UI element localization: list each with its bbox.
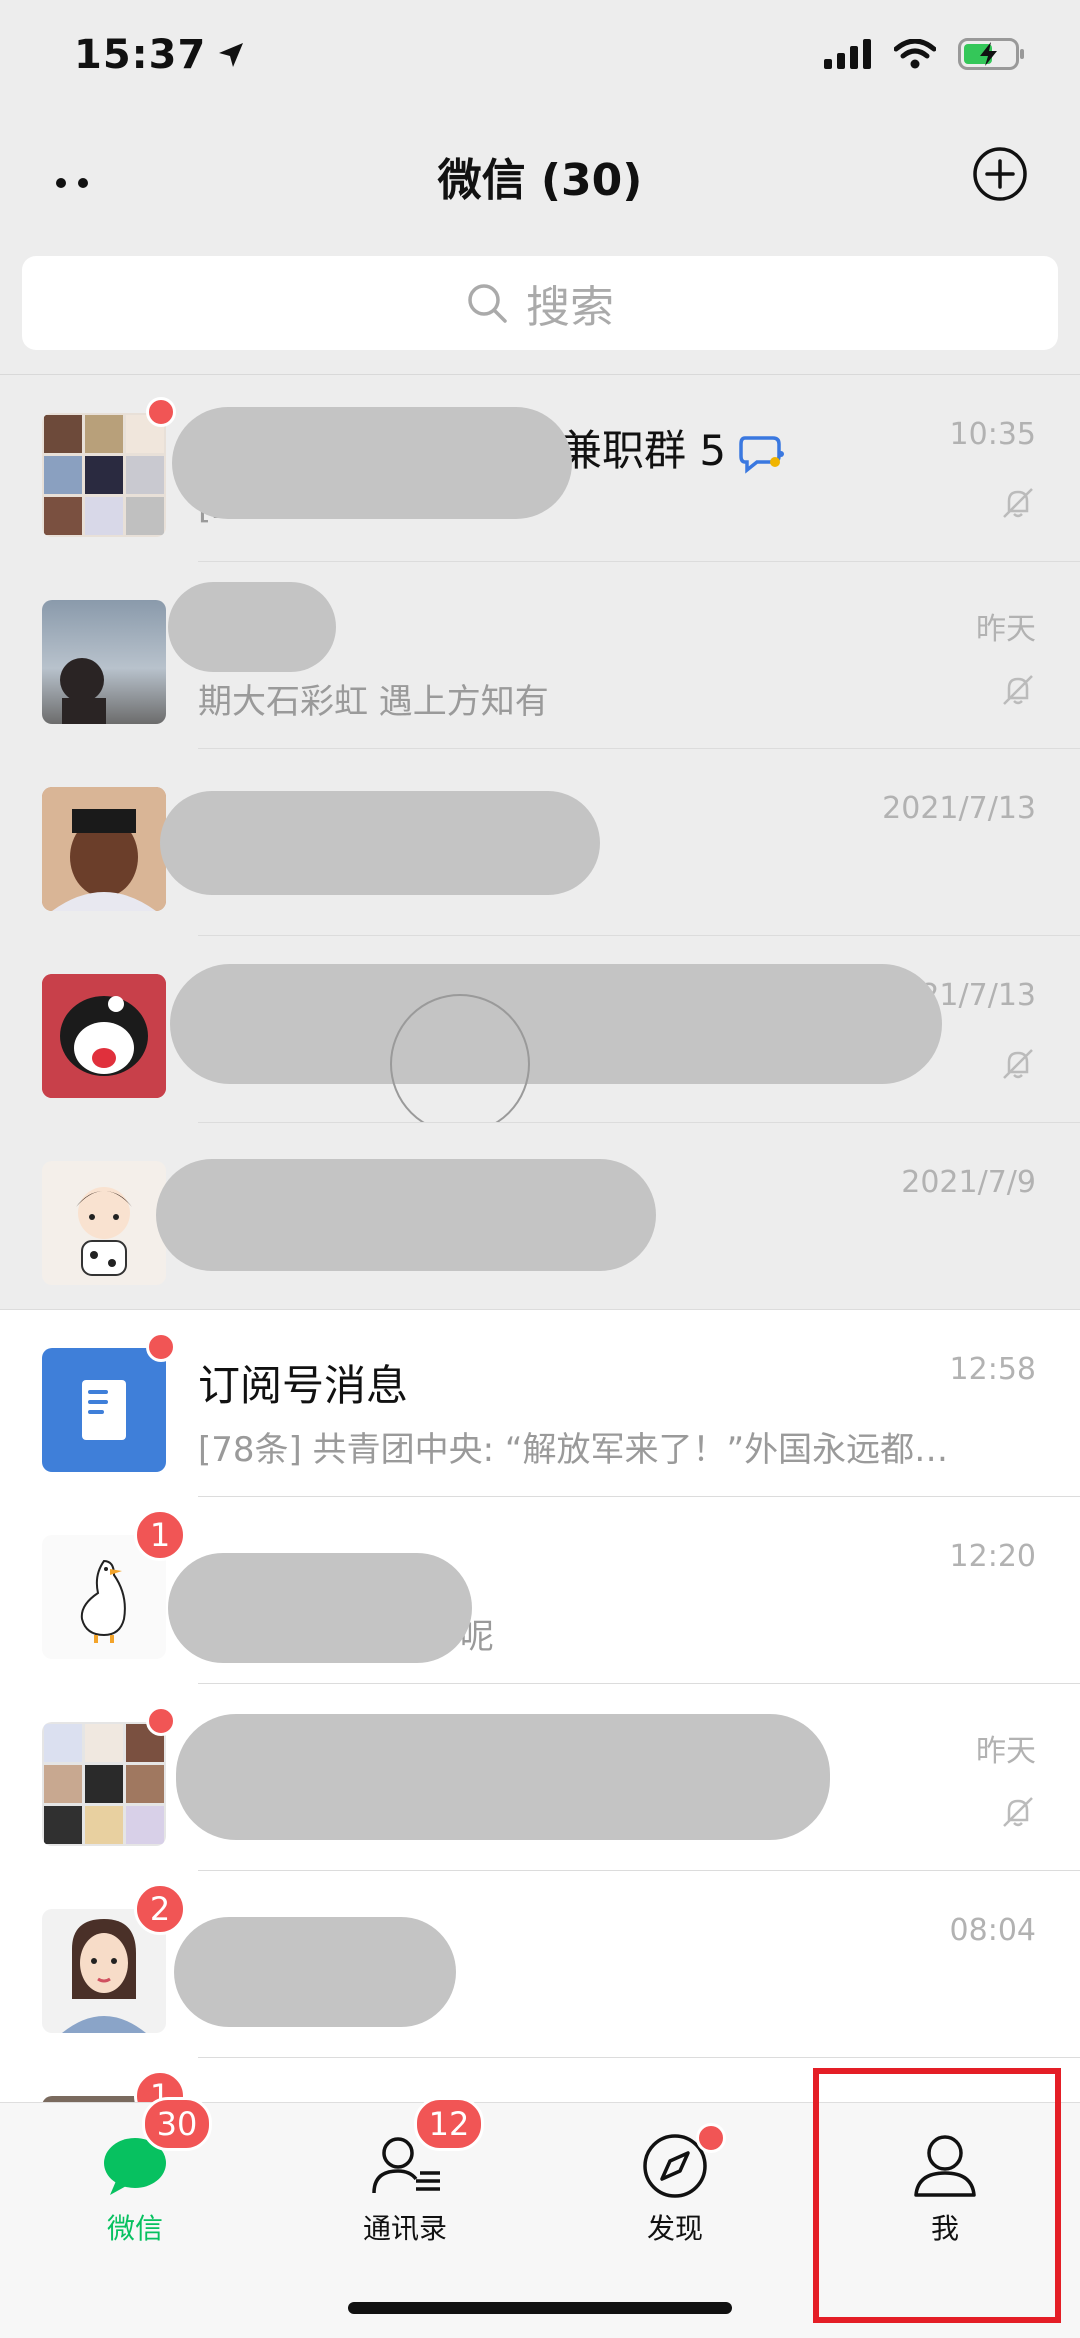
tab-badge: 30: [142, 2097, 212, 2151]
mute-bell-icon: [1003, 488, 1033, 518]
avatar: [42, 1722, 166, 1846]
chat-time: 10:35: [949, 417, 1036, 452]
chat-time: 12:20: [949, 1539, 1036, 1574]
chat-row[interactable]: 兼职群 5 [23… 10:35: [0, 375, 1080, 562]
chat-row[interactable]: 2021/7/13: [0, 749, 1080, 936]
unread-badge: 2: [134, 1883, 186, 1935]
tab-label: 发现: [646, 2212, 703, 2245]
location-arrow-icon: [219, 43, 244, 67]
status-icons: [824, 38, 1026, 70]
tab-discover[interactable]: 发现: [540, 2103, 810, 2303]
unread-dot: [146, 397, 176, 427]
chat-time: 08:04: [949, 1913, 1036, 1948]
redaction-blur: [176, 1714, 830, 1840]
tab-label: 微信: [106, 2212, 163, 2245]
redaction-blur: [170, 964, 942, 1084]
redaction-blur: [168, 582, 336, 672]
redaction-blur: [156, 1159, 656, 1271]
avatar: [42, 787, 166, 911]
signal-icon: [824, 39, 871, 69]
mute-bell-icon: [1003, 675, 1033, 705]
mute-bell-icon: [1003, 1797, 1033, 1827]
chat-time: 12:58: [949, 1352, 1036, 1387]
chat-row[interactable]: 1 呢 12:20: [0, 1497, 1080, 1684]
chat-time: 2021/7/13: [882, 791, 1036, 826]
page-title: 微信 (30): [437, 155, 643, 206]
redaction-blur: [168, 1553, 472, 1663]
redaction-blur: [172, 407, 572, 519]
home-indicator: [348, 2302, 732, 2314]
unread-badge: 1: [134, 1509, 186, 1561]
tab-label: 通讯录: [362, 2212, 447, 2245]
chat-name: 订阅号消息: [198, 1361, 409, 1410]
highlight-box: [813, 2068, 1061, 2323]
document-icon: [82, 1380, 126, 1440]
chat-row-subscriptions[interactable]: 订阅号消息 [78条] 共青团中央: “解放军来了！”外国永远都… 12:58: [0, 1310, 1080, 1497]
chat-row[interactable]: 2 08:04: [0, 1871, 1080, 2058]
unread-dot: [146, 1332, 176, 1362]
tab-contacts[interactable]: 12 通讯录: [270, 2097, 540, 2303]
tab-badge: 12: [414, 2097, 484, 2151]
avatar: [42, 1348, 166, 1472]
chat-time: 昨天: [976, 1734, 1036, 1769]
chat-preview: 期大石彩虹 遇上方知有: [198, 682, 549, 722]
redaction-blur: [174, 1917, 456, 2027]
chat-list: 兼职群 5 [23… 10:35 期大石彩虹 遇上方知有 昨天 2021/7/1…: [0, 375, 1080, 2245]
chat-time: 2021/7/9: [901, 1165, 1036, 1200]
chat-preview: [78条] 共青团中央: “解放军来了！”外国永远都…: [198, 1430, 949, 1470]
nav-header: 微信 (30): [0, 120, 1080, 250]
wifi-icon: [894, 39, 936, 69]
avatar: [42, 600, 166, 724]
avatar: [42, 974, 166, 1098]
chat-row[interactable]: 期大石彩虹 遇上方知有 昨天: [0, 562, 1080, 749]
avatar: [42, 1161, 166, 1285]
unread-dot: [146, 1706, 176, 1736]
search-input[interactable]: 搜索: [22, 256, 1058, 350]
chat-row[interactable]: 2021/7/13: [0, 936, 1080, 1134]
status-bar: 15:37: [0, 0, 1080, 120]
touch-indicator: [390, 994, 530, 1134]
search-icon: [468, 284, 507, 323]
search-placeholder: 搜索: [526, 282, 614, 333]
redaction-blur: [160, 791, 600, 895]
avatar: [42, 413, 166, 537]
battery-charging-icon: [958, 38, 1024, 70]
chat-time: 昨天: [976, 612, 1036, 647]
chat-row[interactable]: 昨天: [0, 1684, 1080, 1871]
chat-name: 兼职群 5: [560, 417, 787, 478]
tab-unread-dot: [696, 2123, 726, 2153]
mute-bell-icon: [1003, 1049, 1033, 1079]
add-plus-icon[interactable]: [972, 146, 1028, 202]
status-time: 15:37: [74, 32, 246, 78]
chat-row[interactable]: 2021/7/9: [0, 1123, 1080, 1310]
chat-group-badge-icon: [739, 435, 785, 474]
tab-chats[interactable]: 30 微信: [0, 2097, 270, 2303]
